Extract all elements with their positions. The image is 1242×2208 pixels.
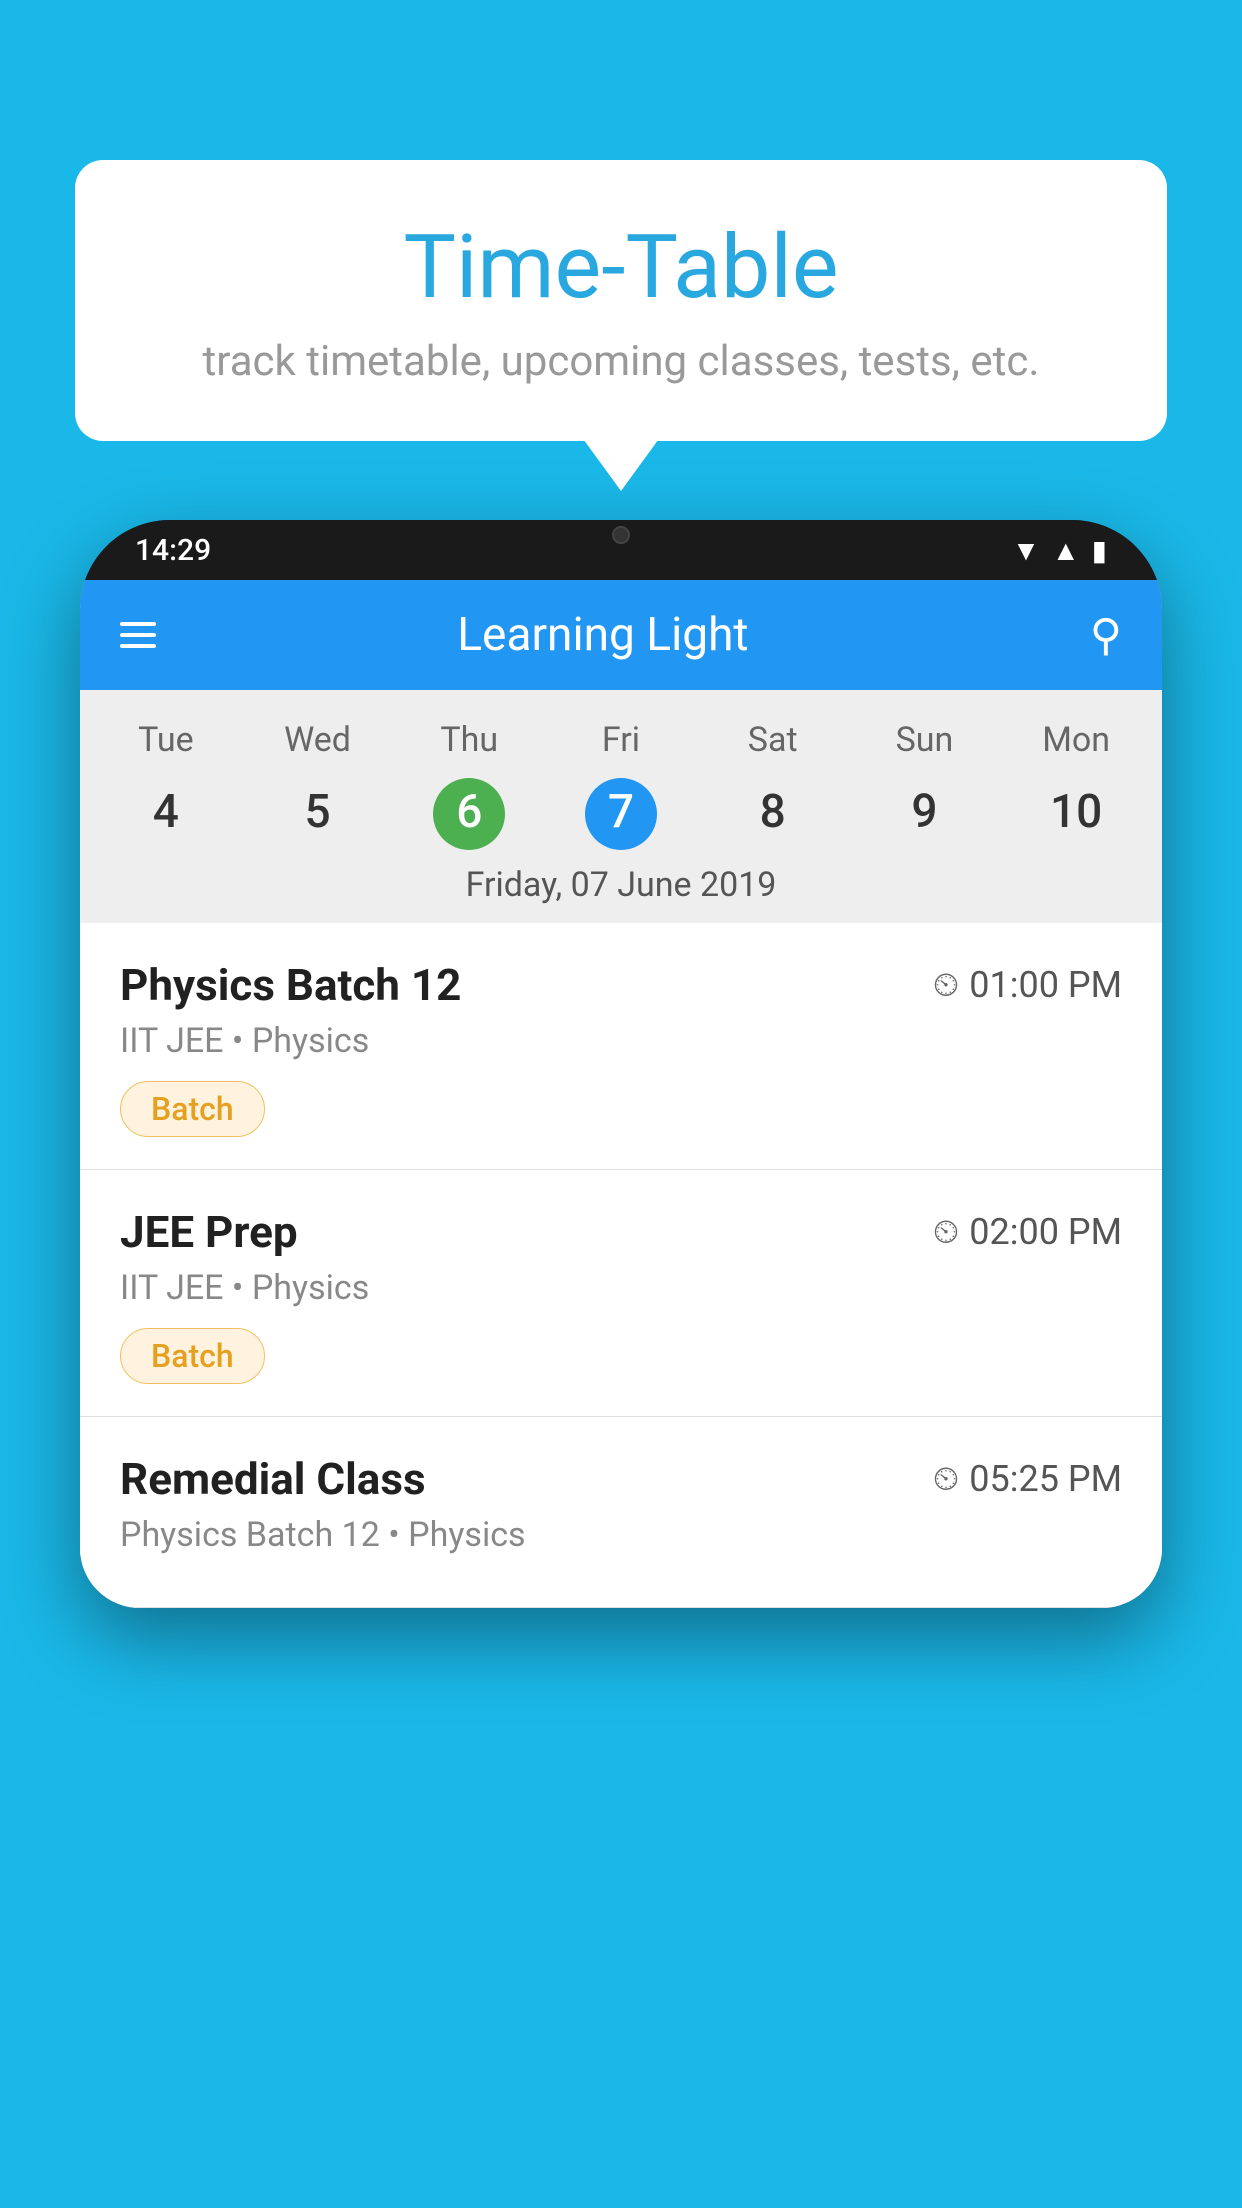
day-header: Sun [849, 710, 1001, 770]
class-name: JEE Prep [120, 1206, 298, 1258]
class-time: ⏲ 01:00 PM [933, 964, 1122, 1006]
clock-icon: ⏲ [933, 1459, 960, 1499]
batch-tag: Batch [120, 1081, 265, 1137]
app-screen: Learning Light ⚲ TueWedThuFriSatSunMon 4… [80, 580, 1162, 1608]
class-item-header: Physics Batch 12 ⏲ 01:00 PM [120, 959, 1122, 1011]
clock-icon: ⏲ [933, 965, 960, 1005]
wifi-icon: ▼ [1012, 534, 1040, 567]
class-meta: IIT JEE • Physics [120, 1021, 1122, 1061]
day-header: Tue [90, 710, 242, 770]
speech-bubble: Time-Table track timetable, upcoming cla… [75, 160, 1167, 441]
status-bar: 14:29 ▼ ▲ ▮ [80, 520, 1162, 580]
bubble-subtitle: track timetable, upcoming classes, tests… [125, 337, 1117, 386]
phone-frame: 14:29 ▼ ▲ ▮ Learning Light ⚲ [80, 520, 1162, 1608]
status-icons: ▼ ▲ ▮ [1012, 534, 1107, 567]
class-item-header: JEE Prep ⏲ 02:00 PM [120, 1206, 1122, 1258]
day-number[interactable]: 5 [242, 775, 394, 853]
day-number[interactable]: 4 [90, 775, 242, 853]
speech-bubble-container: Time-Table track timetable, upcoming cla… [75, 160, 1167, 441]
class-name: Physics Batch 12 [120, 959, 461, 1011]
status-time: 14:29 [135, 533, 211, 568]
phone-wrapper: 14:29 ▼ ▲ ▮ Learning Light ⚲ [80, 520, 1162, 2208]
day-header: Thu [393, 710, 545, 770]
day-number[interactable]: 7 [545, 775, 697, 853]
class-time: ⏲ 05:25 PM [933, 1458, 1122, 1500]
class-item[interactable]: JEE Prep ⏲ 02:00 PM IIT JEE • Physics Batch [80, 1170, 1162, 1417]
day-number[interactable]: 8 [697, 775, 849, 853]
selected-date-label: Friday, 07 June 2019 [80, 853, 1162, 923]
day-numbers: 45678910 [80, 775, 1162, 853]
class-name: Remedial Class [120, 1453, 426, 1505]
day-headers: TueWedThuFriSatSunMon [80, 710, 1162, 770]
day-number[interactable]: 9 [849, 775, 1001, 853]
class-time: ⏲ 02:00 PM [933, 1211, 1122, 1253]
day-header: Mon [1000, 710, 1152, 770]
class-meta: IIT JEE • Physics [120, 1268, 1122, 1308]
signal-icon: ▲ [1052, 534, 1080, 567]
app-bar: Learning Light ⚲ [80, 580, 1162, 690]
notch [581, 520, 661, 550]
class-item[interactable]: Remedial Class ⏲ 05:25 PM Physics Batch 12… [80, 1417, 1162, 1608]
class-item[interactable]: Physics Batch 12 ⏲ 01:00 PM IIT JEE • Phys… [80, 923, 1162, 1170]
clock-icon: ⏲ [933, 1212, 960, 1252]
app-title: Learning Light [116, 608, 1090, 662]
batch-tag: Batch [120, 1328, 265, 1384]
camera [612, 526, 630, 544]
day-number[interactable]: 10 [1000, 775, 1152, 853]
calendar-strip: TueWedThuFriSatSunMon 45678910 Friday, 0… [80, 690, 1162, 923]
day-header: Sat [697, 710, 849, 770]
day-header: Fri [545, 710, 697, 770]
battery-icon: ▮ [1092, 534, 1107, 567]
day-header: Wed [242, 710, 394, 770]
bubble-title: Time-Table [125, 220, 1117, 317]
class-item-header: Remedial Class ⏲ 05:25 PM [120, 1453, 1122, 1505]
class-list: Physics Batch 12 ⏲ 01:00 PM IIT JEE • Phys… [80, 923, 1162, 1608]
day-number[interactable]: 6 [393, 775, 545, 853]
search-button[interactable]: ⚲ [1090, 609, 1122, 661]
class-meta: Physics Batch 12 • Physics [120, 1515, 1122, 1555]
